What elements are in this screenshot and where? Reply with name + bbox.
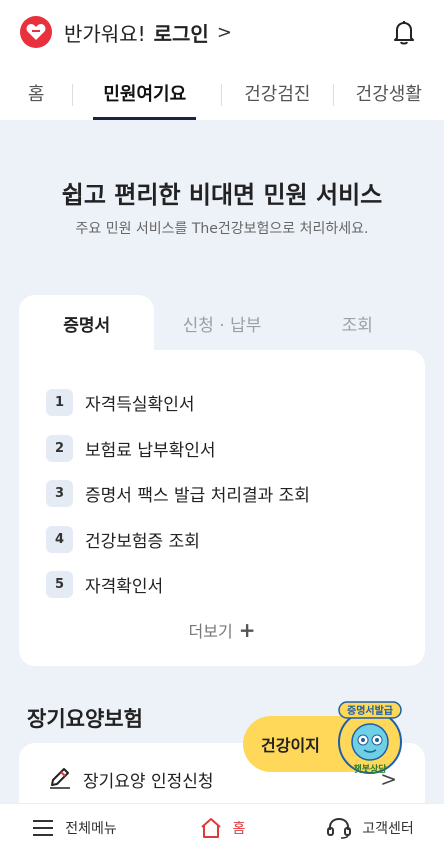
- chatbot-bubble-bottom: 챗봇상담: [353, 763, 387, 775]
- chatbot-mascot-icon: 증명서발급 챗봇상담: [335, 698, 405, 784]
- home-icon: [200, 817, 221, 838]
- nav-divider: [72, 84, 74, 106]
- nav-item-home[interactable]: 홈: [0, 72, 72, 120]
- item-number-badge: 2: [46, 434, 73, 462]
- service-tabs: 증명서 신청 · 납부 조회: [19, 295, 425, 351]
- nav-item-civil-service[interactable]: 민원여기요: [93, 72, 197, 120]
- top-header: 반가워요! 로그인 > 홈 민원여기요 건강검진 건강생활: [0, 0, 444, 120]
- bottom-nav-support-label: 고객센터: [362, 820, 414, 837]
- list-item[interactable]: 5 자격확인서: [46, 562, 397, 608]
- hamburger-menu-icon: [33, 819, 54, 836]
- bottom-tab-bar: 전체메뉴 홈 고객센터: [0, 803, 444, 851]
- bottom-nav-menu[interactable]: 전체메뉴: [0, 818, 148, 838]
- bottom-nav-support[interactable]: 고객센터: [296, 816, 444, 840]
- list-item[interactable]: 1 자격득실확인서: [46, 380, 397, 426]
- main-nav: 홈 민원여기요 건강검진 건강생활: [0, 72, 444, 120]
- bottom-nav-menu-label: 전체메뉴: [65, 820, 117, 837]
- page-title: 쉽고 편리한 비대면 민원 서비스: [61, 181, 383, 209]
- list-item[interactable]: 2 보험료 납부확인서: [46, 426, 397, 472]
- tab-inquiry[interactable]: 조회: [290, 295, 425, 351]
- login-link[interactable]: 반가워요! 로그인 >: [64, 18, 232, 47]
- chatbot-bubble-top: 증명서발급: [347, 704, 393, 717]
- pencil-icon: [47, 764, 73, 794]
- list-item-label: 증명서 팩스 발급 처리결과 조회: [85, 486, 310, 507]
- list-item-label: 건강보험증 조회: [85, 531, 200, 552]
- app-logo-icon: [20, 16, 52, 48]
- chevron-right-icon: >: [216, 21, 232, 43]
- page-subtitle: 주요 민원 서비스를 The건강보험으로 처리하세요.: [75, 221, 369, 237]
- greeting-text: 반가워요!: [64, 21, 146, 46]
- item-number-badge: 3: [46, 480, 73, 508]
- tab-apply-pay[interactable]: 신청 · 납부: [154, 295, 289, 351]
- item-number-badge: 4: [46, 525, 73, 553]
- item-number-badge: 5: [46, 571, 73, 599]
- headset-icon: [327, 817, 352, 839]
- plus-icon: +: [238, 618, 256, 642]
- list-item[interactable]: 3 증명서 팩스 발급 처리결과 조회: [46, 471, 397, 517]
- bottom-nav-home[interactable]: 홈: [148, 816, 296, 840]
- certificate-list-card: 1 자격득실확인서 2 보험료 납부확인서 3 증명서 팩스 발급 처리결과 조…: [19, 350, 425, 666]
- list-item-label: 자격득실확인서: [85, 395, 195, 416]
- list-item-label: 보험료 납부확인서: [85, 440, 216, 461]
- bell-icon[interactable]: [390, 18, 418, 46]
- login-label: 로그인: [153, 21, 209, 46]
- list-item[interactable]: 4 건강보험증 조회: [46, 517, 397, 563]
- section-title-ltc: 장기요양보험: [27, 707, 143, 731]
- bottom-nav-home-label: 홈: [232, 820, 246, 837]
- more-button[interactable]: 더보기 +: [19, 618, 425, 642]
- nav-item-health-life[interactable]: 건강생활: [334, 72, 444, 120]
- tab-certificates[interactable]: 증명서: [19, 295, 155, 351]
- chatbot-button[interactable]: 건강이지 증명서발급 챗봇상담: [243, 701, 408, 775]
- greeting-row: 반가워요! 로그인 >: [20, 12, 424, 52]
- list-item-label: 자격확인서: [85, 577, 164, 598]
- item-number-badge: 1: [46, 389, 73, 417]
- nav-item-health-checkup[interactable]: 건강검진: [222, 72, 332, 120]
- more-label: 더보기: [188, 622, 233, 641]
